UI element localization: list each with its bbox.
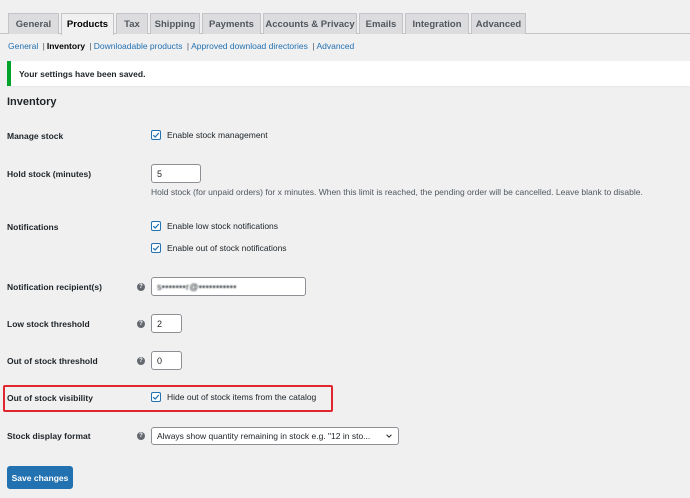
tab-accounts-privacy[interactable]: Accounts & Privacy: [263, 13, 357, 34]
help-icon[interactable]: ?: [137, 320, 145, 328]
tab-products[interactable]: Products: [61, 13, 114, 35]
stock-display-format-label: Stock display format: [7, 431, 91, 441]
notifications-label: Notifications: [7, 222, 59, 232]
out-of-stock-visibility-label: Out of stock visibility: [7, 393, 93, 403]
hide-out-of-stock-checkbox[interactable]: [151, 392, 161, 402]
low-stock-threshold-input[interactable]: 2: [151, 314, 182, 333]
out-of-stock-threshold-label: Out of stock threshold: [7, 356, 98, 366]
hold-stock-label: Hold stock (minutes): [7, 169, 92, 179]
low-stock-notification-row: Enable low stock notifications: [151, 221, 278, 231]
settings-saved-notice: Your settings have been saved.: [7, 61, 690, 86]
tab-integration[interactable]: Integration: [405, 13, 469, 34]
save-changes-button[interactable]: Save changes: [7, 466, 73, 489]
chevron-down-icon: [386, 434, 392, 438]
out-of-stock-notification-checkbox[interactable]: [151, 243, 161, 253]
section-title: Inventory: [7, 96, 57, 108]
notification-recipient-input[interactable]: s•••••••r@•••••••••••: [151, 277, 306, 296]
settings-tab-bar: General Products Tax Shipping Payments A…: [0, 0, 690, 35]
checkmark-icon: [152, 132, 160, 138]
tab-emails[interactable]: Emails: [359, 13, 403, 34]
tab-payments[interactable]: Payments: [202, 13, 261, 34]
subnav-inventory[interactable]: Inventory: [47, 41, 85, 51]
low-stock-notification-label: Enable low stock notifications: [167, 221, 279, 231]
section-subnav: General | Inventory | Downloadable product…: [8, 41, 354, 51]
stock-display-format-value: Always show quantity remaining in stock …: [157, 431, 371, 441]
help-icon[interactable]: ?: [137, 283, 145, 291]
out-of-stock-visibility-row: Hide out of stock items from the catalog: [151, 392, 316, 402]
out-of-stock-notification-label: Enable out of stock notifications: [167, 243, 287, 253]
subnav-general[interactable]: General: [8, 41, 38, 51]
tab-tax[interactable]: Tax: [116, 13, 148, 34]
checkmark-icon: [152, 223, 160, 229]
stock-display-format-select[interactable]: Always show quantity remaining in stock …: [151, 427, 399, 445]
tab-general[interactable]: General: [8, 13, 59, 34]
notice-text: Your settings have been saved.: [19, 68, 146, 79]
notification-recipient-value: s•••••••r@•••••••••••: [157, 281, 237, 292]
notification-recipient-label: Notification recipient(s): [7, 282, 102, 292]
manage-stock-row: Enable stock management: [151, 130, 268, 140]
hold-stock-description: Hold stock (for unpaid orders) for x min…: [151, 187, 643, 197]
tab-advanced[interactable]: Advanced: [471, 13, 526, 34]
manage-stock-checkbox-label: Enable stock management: [167, 130, 268, 140]
low-stock-threshold-label: Low stock threshold: [7, 319, 90, 329]
hide-out-of-stock-label: Hide out of stock items from the catalog: [167, 392, 317, 402]
checkmark-icon: [152, 245, 160, 251]
tab-shipping[interactable]: Shipping: [150, 13, 200, 34]
hold-stock-input[interactable]: 5: [151, 164, 201, 183]
help-icon[interactable]: ?: [137, 432, 145, 440]
out-of-stock-threshold-input[interactable]: 0: [151, 351, 182, 370]
subnav-advanced[interactable]: Advanced: [316, 41, 354, 51]
manage-stock-label: Manage stock: [7, 131, 64, 141]
out-of-stock-notification-row: Enable out of stock notifications: [151, 243, 287, 253]
help-icon[interactable]: ?: [137, 357, 145, 365]
low-stock-notification-checkbox[interactable]: [151, 221, 161, 231]
subnav-approved-download-directories[interactable]: Approved download directories: [191, 41, 308, 51]
manage-stock-checkbox[interactable]: [151, 130, 161, 140]
checkmark-icon: [152, 394, 160, 400]
subnav-downloadable-products[interactable]: Downloadable products: [94, 41, 183, 51]
